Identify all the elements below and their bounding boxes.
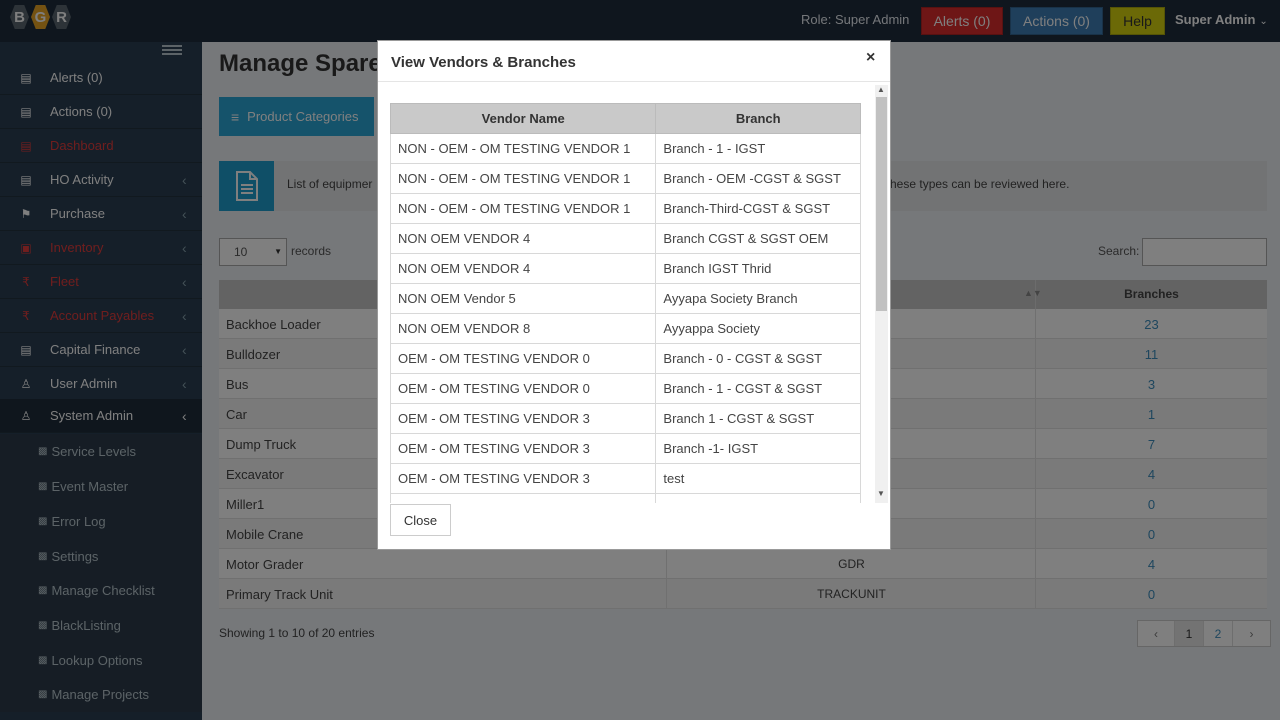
branch-cell: Ayyapa Society Branch — [655, 283, 861, 314]
table-row: NON OEM Vendor 5 Ayyapa Society Branch — [390, 283, 861, 314]
branch-cell: Branch IGST Thrid — [655, 253, 861, 284]
branch-cell: test — [655, 463, 861, 494]
vendor-name-cell: NON - OEM - OM TESTING VENDOR 1 — [390, 163, 657, 194]
table-row: OEM - OM TESTING VENDOR 3 test — [390, 463, 861, 494]
close-button[interactable]: Close — [390, 504, 451, 536]
branch-cell: Ayyappa Society — [655, 313, 861, 344]
table-row: OEM - OM TESTING VENDOR 3 Branch -1- IGST — [390, 433, 861, 464]
table-row: NON OEM VENDOR 4 Branch IGST Thrid — [390, 253, 861, 284]
table-row: NON OEM VENDOR 4 Branch CGST & SGST OEM — [390, 223, 861, 254]
branch-cell: Branch-Third-CGST & SGST — [655, 193, 861, 224]
branch-cell: Branch - 1 - CGST & SGST — [655, 373, 861, 404]
branch-cell: Branch 1 - CGST & SGST — [655, 403, 861, 434]
vendor-name-cell: NON OEM Vendor 5 — [390, 283, 657, 314]
modal-table-scroll[interactable]: Vendor Name Branch NON - OEM - OM TESTIN… — [390, 103, 861, 503]
table-row: OEM - OM TESTING VENDOR 0 Branch - 1 - CG… — [390, 373, 861, 404]
vendor-name-cell: NON OEM VENDOR 4 — [390, 253, 657, 284]
vendor-name-cell: OEM - OM TESTING VENDOR 0 — [390, 373, 657, 404]
vendor-name-cell: NON - OEM - OM TESTING VENDOR 1 — [390, 193, 657, 224]
table-row: NON - OEM - OM TESTING VENDOR 1 Branch - … — [390, 133, 861, 164]
vendor-name-cell: NON OEM VENDOR 4 — [390, 223, 657, 254]
close-icon[interactable]: × — [866, 49, 875, 67]
col-vendor-name: Vendor Name — [390, 103, 657, 134]
branch-cell: Branch - OEM -CGST & SGST — [655, 163, 861, 194]
scroll-thumb[interactable] — [876, 97, 887, 311]
table-row: NON - OEM - OM TESTING VENDOR 1 Branch - … — [390, 163, 861, 194]
vendors-table: Vendor Name Branch NON - OEM - OM TESTIN… — [390, 103, 861, 503]
vendor-name-cell: OEM - OM TESTING VENDOR 3 — [390, 463, 657, 494]
table-row: NON - OEM - OM TESTING VENDOR 1 Branch-Th… — [390, 193, 861, 224]
branch-cell — [655, 493, 861, 503]
vendors-branches-modal: View Vendors & Branches × Vendor Name Br… — [377, 40, 891, 550]
vendor-name-cell: OEM - OM TESTING VENDOR 0 — [390, 343, 657, 374]
table-row: OEM - OM TESTING VENDOR 3 Branch 1 - CGST… — [390, 403, 861, 434]
modal-title: View Vendors & Branches — [391, 54, 576, 71]
vendor-name-cell: OEM - OM TESTING VENDOR 3 — [390, 433, 657, 464]
modal-scrollbar[interactable]: ▲ ▼ — [875, 85, 888, 503]
branch-cell: Branch - 1 - IGST — [655, 133, 861, 164]
branch-cell: Branch - 0 - CGST & SGST — [655, 343, 861, 374]
branch-cell: Branch -1- IGST — [655, 433, 861, 464]
table-row: NON OEM VENDOR 8 Ayyappa Society — [390, 313, 861, 344]
col-branch: Branch — [655, 103, 861, 134]
scroll-up-icon[interactable]: ▲ — [877, 85, 885, 94]
vendor-name-cell — [390, 493, 657, 503]
table-row — [390, 493, 861, 503]
vendor-name-cell: NON - OEM - OM TESTING VENDOR 1 — [390, 133, 657, 164]
table-row: OEM - OM TESTING VENDOR 0 Branch - 0 - CG… — [390, 343, 861, 374]
vendor-name-cell: OEM - OM TESTING VENDOR 3 — [390, 403, 657, 434]
branch-cell: Branch CGST & SGST OEM — [655, 223, 861, 254]
scroll-down-icon[interactable]: ▼ — [877, 489, 885, 498]
vendor-name-cell: NON OEM VENDOR 8 — [390, 313, 657, 344]
